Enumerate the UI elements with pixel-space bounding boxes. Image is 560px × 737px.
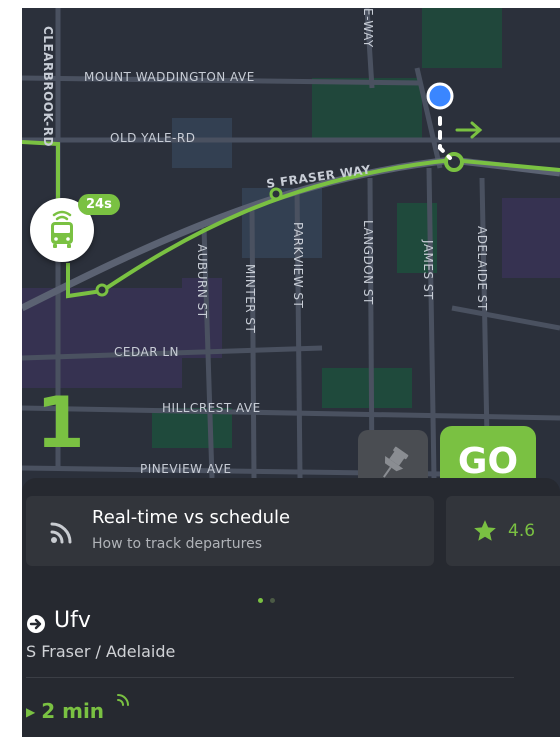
street-label-hillcrest: HILLCREST AVE — [162, 401, 261, 415]
divider — [26, 677, 514, 678]
chevron-right-icon: ▶ — [26, 705, 36, 719]
rating-card[interactable] — [446, 496, 560, 566]
street-label-old-yale: OLD YALE-RD — [110, 131, 195, 145]
destination-name: Ufv — [54, 608, 91, 633]
street-label-minter: MINTER ST — [243, 264, 257, 334]
card-subtitle: How to track departures — [92, 536, 263, 552]
street-label-clearbrook: CLEARBROOK-RD — [41, 26, 55, 147]
route-number: 1 — [36, 382, 85, 464]
street-label-mount-waddington: MOUNT WADDINGTON AVE — [84, 70, 255, 84]
realtime-signal-icon — [50, 522, 72, 544]
rating-value: 4.6 — [508, 521, 536, 541]
realtime-signal-icon — [117, 694, 129, 706]
street-label-top-way: E-WAY — [361, 8, 375, 48]
arrow-circle-icon — [27, 615, 45, 633]
street-label-parkview: PARKVIEW ST — [291, 222, 305, 309]
star-icon — [474, 520, 496, 541]
bus-time-badge: 24s — [78, 194, 120, 215]
pager-dot-active — [258, 598, 263, 603]
stop-name: S Fraser / Adelaide — [26, 642, 176, 661]
app-screen: CLEARBROOK-RD MOUNT WADDINGTON AVE OLD Y… — [22, 8, 560, 737]
street-label-langdon: LANGDON ST — [361, 220, 375, 305]
street-label-pineview: PINEVIEW AVE — [140, 462, 232, 476]
pager-dot — [270, 598, 275, 603]
street-label-adelaide: ADELAIDE ST — [475, 226, 489, 311]
street-label-auburn: AUBURN ST — [195, 244, 209, 319]
card-title: Real-time vs schedule — [92, 507, 291, 528]
street-label-james: JAMES ST — [421, 239, 435, 300]
eta-text: 2 min — [41, 699, 105, 723]
street-label-cedar: CEDAR LN — [114, 345, 179, 359]
pager-dots — [258, 588, 282, 607]
departure-eta[interactable]: ▶ 2 min — [26, 694, 129, 723]
